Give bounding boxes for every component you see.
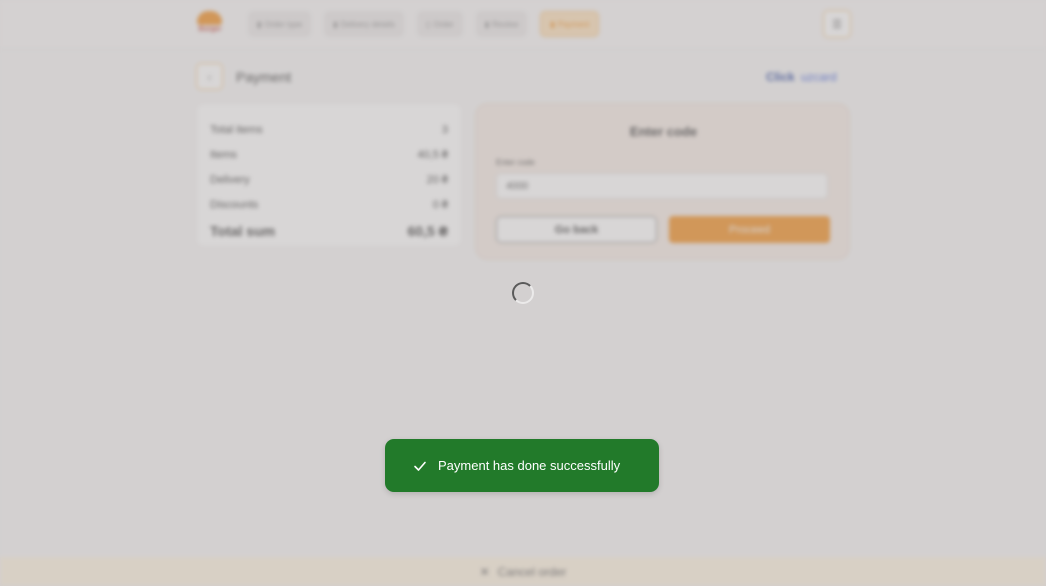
check-icon xyxy=(412,458,428,474)
toast-message: Payment has done successfully xyxy=(438,458,621,473)
loading-spinner-icon xyxy=(512,282,534,304)
success-toast: Payment has done successfully xyxy=(385,439,659,492)
